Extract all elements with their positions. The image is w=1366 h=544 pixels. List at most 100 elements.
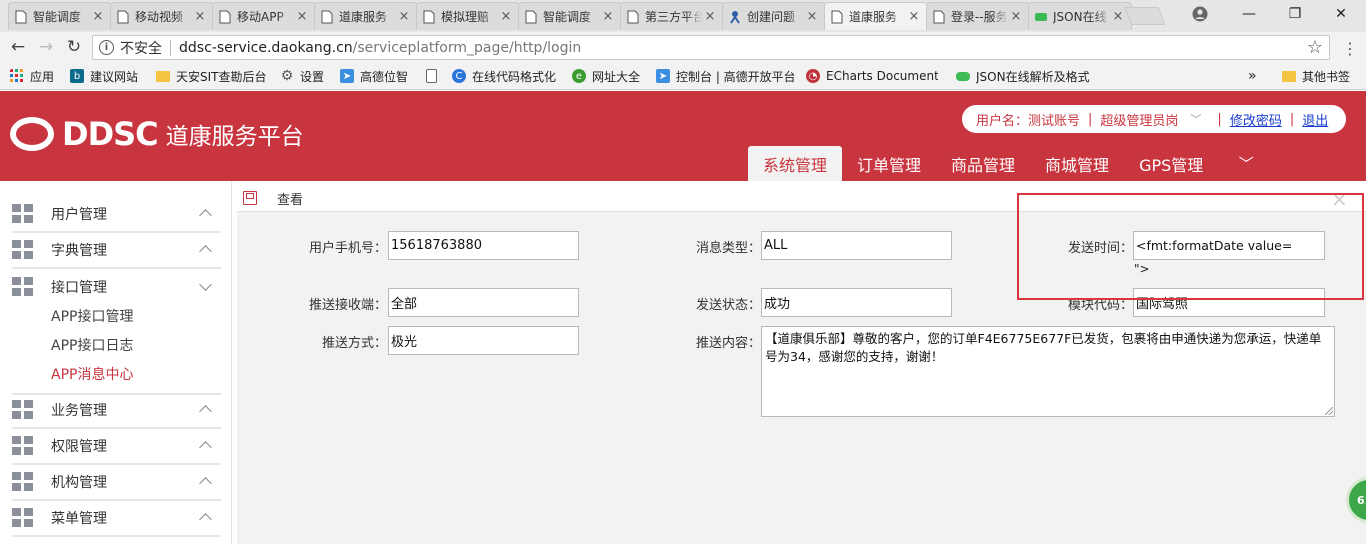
amap-icon: ➤ [656, 69, 670, 83]
new-tab-button[interactable] [1124, 7, 1166, 25]
close-icon[interactable]: × [397, 9, 411, 24]
page-icon [525, 10, 537, 23]
sidebar-group-interface[interactable]: 接口管理 [12, 269, 221, 305]
logo[interactable]: DDSC 道康服务平台 [10, 115, 304, 153]
browser-tab[interactable]: 登录--服务 × [926, 2, 1030, 30]
browser-tab[interactable]: 智能调度 × [518, 2, 622, 30]
browser-tab-active[interactable]: 道康服务 × [824, 2, 928, 30]
bookmarks-more-button[interactable]: » [1248, 67, 1257, 85]
restore-button[interactable]: ❐ [1272, 0, 1318, 28]
app-header: DDSC 道康服务平台 用户名：测试账号 | 超级管理员岗 ﹀ | 修改密码 |… [0, 91, 1366, 181]
browser-tab[interactable]: 移动视频 × [110, 2, 214, 30]
grid-icon [12, 204, 34, 224]
close-icon[interactable]: × [601, 9, 615, 24]
close-icon[interactable]: × [1009, 9, 1023, 24]
sidebar-group-organization[interactable]: 机构管理 [12, 465, 221, 501]
browser-tab[interactable]: 第三方平台 × [620, 2, 724, 30]
grid-icon [12, 240, 34, 260]
message-type-label: 消息类型： [695, 241, 761, 256]
sidebar: 用户管理 字典管理 接口管理 APP接口管理 APP接口日志 APP消息中心 业… [0, 181, 232, 544]
bookmark-url-directory[interactable]: e 网址大全 [572, 67, 640, 85]
close-icon[interactable]: × [1111, 9, 1125, 24]
sidebar-group-user[interactable]: 用户管理 [12, 197, 221, 233]
push-method-label: 推送方式： [321, 336, 387, 351]
nav-mall-management[interactable]: 商城管理 [1030, 146, 1124, 181]
bookmarks-bar: 应用 b 建议网站 天安SIT查勘后台 ⚙ 设置 ➤ 高德位智 C 在线代码格式化 e网… [0, 62, 1366, 90]
close-icon[interactable]: × [805, 9, 819, 24]
close-icon[interactable]: × [91, 9, 105, 24]
send-status-field[interactable]: 成功 [761, 288, 952, 317]
close-icon[interactable]: × [193, 9, 207, 24]
send-status-label: 发送状态： [695, 298, 761, 313]
kebab-menu-icon[interactable]: ⋮ [1342, 39, 1358, 58]
bing-icon: b [70, 69, 84, 83]
gear-icon: ⚙ [280, 68, 294, 84]
info-icon[interactable]: i [99, 40, 114, 55]
push-content-textarea[interactable]: 【道康俱乐部】尊敬的客户，您的订单F4E6775E677F已发货，包裹将由申通快… [761, 326, 1335, 417]
reload-icon[interactable]: ↻ [63, 36, 85, 58]
message-type-field[interactable]: ALL [761, 231, 952, 260]
browser-tab[interactable]: JSON在线 × [1028, 2, 1132, 30]
close-window-button[interactable]: ✕ [1318, 0, 1364, 28]
bookmark-json[interactable]: JSON在线解析及格式 [956, 67, 1110, 85]
browser-tab[interactable]: 创建问题 × [722, 2, 826, 30]
bookmark-amap[interactable]: ➤ 高德位智 [340, 67, 408, 85]
chevron-down-icon[interactable]: ﹀ [1190, 111, 1201, 127]
url-host: ddsc-service.daokang.cn [179, 39, 353, 56]
receiver-field[interactable]: 全部 [388, 288, 579, 317]
receiver-label: 推送接收端： [308, 298, 387, 313]
phone-field[interactable]: 15618763880 [388, 231, 579, 260]
bookmark-other[interactable]: 其他书签 [1282, 67, 1350, 85]
bookmark-suggested[interactable]: b 建议网站 [70, 67, 138, 85]
panel-title: 查看 [277, 193, 304, 208]
grid-icon [12, 436, 34, 456]
bookmark-echarts[interactable]: ◔ECharts Documentation [806, 67, 938, 85]
nav-product-management[interactable]: 商品管理 [936, 146, 1030, 181]
bookmark-page[interactable] [426, 67, 443, 85]
browser-tab[interactable]: 移动APP × [212, 2, 316, 30]
save-icon[interactable] [243, 191, 257, 205]
sidebar-group-dictionary[interactable]: 字典管理 [12, 233, 221, 269]
amap-icon: ➤ [340, 69, 354, 83]
sidebar-group-menu[interactable]: 菜单管理 [12, 501, 221, 537]
bookmark-amap-console[interactable]: ➤ 控制台 | 高德开放平台 [656, 67, 794, 85]
chevron-down-icon [199, 280, 213, 294]
resize-handle-icon[interactable] [1325, 407, 1333, 415]
close-icon[interactable]: × [703, 9, 717, 24]
bookmark-code-format[interactable]: C 在线代码格式化 [452, 67, 556, 85]
sidebar-item-app-log[interactable]: APP接口日志 [51, 335, 133, 355]
sidebar-group-permission[interactable]: 权限管理 [12, 429, 221, 465]
role-select[interactable]: 超级管理员岗 [1100, 110, 1178, 129]
change-password-link[interactable]: 修改密码 [1230, 110, 1282, 129]
push-method-field[interactable]: 极光 [388, 326, 579, 355]
bookmark-tianan[interactable]: 天安SIT查勘后台 [156, 67, 267, 85]
forward-arrow-icon[interactable]: → [35, 36, 57, 58]
browser-tab[interactable]: 道康服务 × [314, 2, 418, 30]
profile-icon[interactable] [1192, 6, 1208, 22]
nav-more-chevron-icon[interactable]: ﹀ [1218, 146, 1274, 181]
back-arrow-icon[interactable]: ← [7, 36, 29, 58]
close-icon[interactable]: × [907, 9, 921, 24]
browser-tab[interactable]: 智能调度 × [8, 2, 112, 30]
nav-system-management[interactable]: 系统管理 [748, 146, 843, 181]
sidebar-item-app-message-center[interactable]: APP消息中心 [51, 364, 133, 384]
bookmark-apps[interactable]: 应用 [10, 67, 54, 85]
minimize-button[interactable]: — [1226, 0, 1272, 28]
browser-tab[interactable]: 模拟理赔 × [416, 2, 520, 30]
browser-toolbar: ← → ↻ i 不安全 ddsc-service.daokang.cn/serv… [0, 32, 1366, 62]
close-icon[interactable]: × [499, 9, 513, 24]
bookmark-settings[interactable]: ⚙ 设置 [280, 67, 324, 85]
sidebar-item-app-interface[interactable]: APP接口管理 [51, 306, 133, 326]
refresh-c-icon: C [452, 69, 466, 83]
close-icon[interactable]: × [295, 9, 309, 24]
nav-gps-management[interactable]: GPS管理 [1124, 146, 1218, 181]
star-icon[interactable]: ☆ [1307, 37, 1323, 58]
insecure-label: 不安全 [120, 40, 162, 57]
sidebar-group-business[interactable]: 业务管理 [12, 393, 221, 429]
address-bar[interactable]: i 不安全 ddsc-service.daokang.cn/servicepla… [92, 35, 1330, 60]
nav-order-management[interactable]: 订单管理 [842, 146, 936, 181]
page-icon [426, 69, 437, 83]
chevron-up-icon [199, 207, 213, 221]
logout-link[interactable]: 退出 [1302, 110, 1328, 129]
grid-icon [12, 400, 34, 420]
